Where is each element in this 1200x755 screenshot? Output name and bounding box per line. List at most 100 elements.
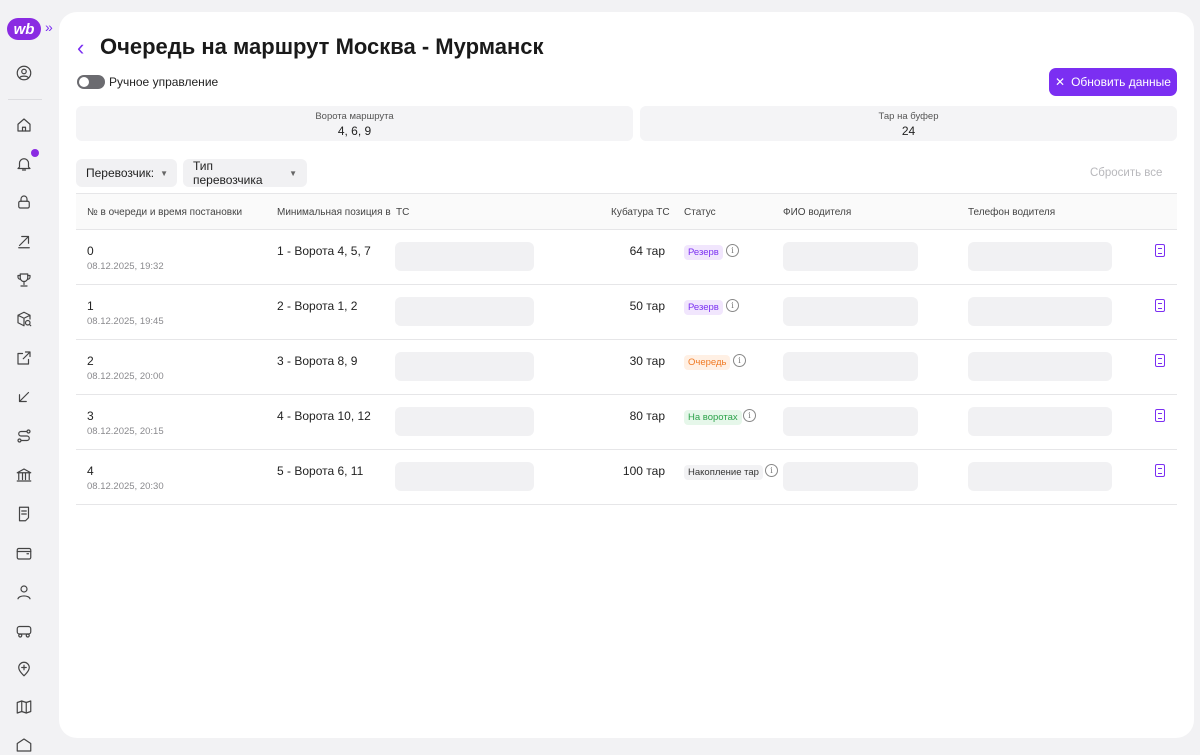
queue-time: 08.12.2025, 19:45 xyxy=(87,316,164,327)
buffer-label: Тар на буфер xyxy=(878,111,939,122)
queue-time: 08.12.2025, 20:00 xyxy=(87,371,164,382)
min-position: 2 - Ворота 1, 2 xyxy=(277,299,358,313)
home-icon[interactable] xyxy=(14,115,34,135)
driver-phone-field[interactable] xyxy=(968,352,1112,381)
driver-phone-field[interactable] xyxy=(968,297,1112,326)
info-icon[interactable]: i xyxy=(726,244,739,257)
header-queue: № в очереди и время постановки xyxy=(87,207,243,218)
document-icon[interactable] xyxy=(1155,299,1165,312)
header-ts: ТС xyxy=(396,207,410,218)
driver-phone-field[interactable] xyxy=(968,462,1112,491)
wb-logo[interactable]: wb xyxy=(7,18,41,40)
min-position: 5 - Ворота 6, 11 xyxy=(277,464,364,478)
table-row[interactable]: 2 08.12.2025, 20:00 3 - Ворота 8, 9 30 тар О… xyxy=(76,340,1177,395)
reset-all-button[interactable]: Сбросить все xyxy=(1090,167,1162,179)
status-badge: На воротах xyxy=(684,410,742,425)
lock-icon[interactable] xyxy=(14,192,34,212)
ts-field[interactable] xyxy=(395,462,534,491)
driver-phone-field[interactable] xyxy=(968,407,1112,436)
table-row[interactable]: 0 08.12.2025, 19:32 1 - Ворота 4, 5, 7 64 т… xyxy=(76,230,1177,285)
info-icon[interactable]: i xyxy=(726,299,739,312)
header-phone: Телефон водителя xyxy=(968,207,1056,218)
queue-number: 3 xyxy=(87,409,94,423)
carrier-filter-label: Перевозчик: xyxy=(86,166,155,180)
queue-time: 08.12.2025, 19:32 xyxy=(87,261,164,272)
ts-field[interactable] xyxy=(395,352,534,381)
trophy-icon[interactable] xyxy=(14,270,34,290)
document-icon[interactable] xyxy=(1155,409,1165,422)
table-row[interactable]: 4 08.12.2025, 20:30 5 - Ворота 6, 11 100 та… xyxy=(76,450,1177,505)
bank-icon[interactable] xyxy=(14,465,34,485)
info-icon[interactable]: i xyxy=(765,464,778,477)
min-position: 4 - Ворота 10, 12 xyxy=(277,409,371,423)
route-icon[interactable] xyxy=(14,426,34,446)
manual-control-toggle[interactable] xyxy=(77,75,105,89)
status-badge: Резерв xyxy=(684,245,723,260)
back-icon[interactable]: ‹ xyxy=(77,36,93,60)
external-link-icon[interactable] xyxy=(14,348,34,368)
person-icon[interactable] xyxy=(14,582,34,602)
ts-field[interactable] xyxy=(395,242,534,271)
status-badge: Накопление тар xyxy=(684,465,763,480)
main-panel: ‹ Очередь на маршрут Москва - Мурманск Р… xyxy=(59,12,1194,738)
manual-control-label: Ручное управление xyxy=(109,75,219,89)
driver-name-field[interactable] xyxy=(783,462,918,491)
min-position: 1 - Ворота 4, 5, 7 xyxy=(277,244,371,258)
buffer-value: 24 xyxy=(901,124,916,138)
table-row[interactable]: 3 08.12.2025, 20:15 4 - Ворота 10, 12 80 та… xyxy=(76,395,1177,450)
document-icon[interactable] xyxy=(1155,354,1165,367)
header-min-pos: Минимальная позиция в xyxy=(277,207,391,218)
close-icon: ✕ xyxy=(1055,75,1066,89)
status-badge: Резерв xyxy=(684,300,723,315)
map-icon[interactable] xyxy=(14,697,34,717)
arrow-up-right-icon[interactable] xyxy=(14,231,34,251)
refresh-button-label: Обновить данные xyxy=(1071,75,1171,89)
driver-name-field[interactable] xyxy=(783,407,918,436)
info-icon[interactable]: i xyxy=(743,409,756,422)
cubature-value: 64 тар xyxy=(629,244,665,258)
queue-number: 1 xyxy=(87,299,94,313)
gates-info: Ворота маршрута 4, 6, 9 xyxy=(76,106,633,141)
queue-time: 08.12.2025, 20:15 xyxy=(87,426,164,437)
ts-field[interactable] xyxy=(395,297,534,326)
wallet-icon[interactable] xyxy=(14,543,34,563)
queue-table: № в очереди и время постановки Минимальн… xyxy=(76,193,1177,505)
sidebar: wb » xyxy=(0,0,58,752)
warehouse-icon[interactable] xyxy=(14,735,34,755)
status-badge: Очередь xyxy=(684,355,731,370)
gates-value: 4, 6, 9 xyxy=(337,124,372,138)
driver-name-field[interactable] xyxy=(783,242,918,271)
chevron-down-icon: ▼ xyxy=(289,168,297,178)
chevron-down-icon: ▼ xyxy=(160,168,168,178)
header-status: Статус xyxy=(684,207,716,218)
document-icon[interactable] xyxy=(1155,244,1165,257)
table-row[interactable]: 1 08.12.2025, 19:45 2 - Ворота 1, 2 50 тар Р… xyxy=(76,285,1177,340)
buffer-info: Тар на буфер 24 xyxy=(640,106,1177,141)
bell-icon[interactable] xyxy=(14,154,34,174)
queue-number: 0 xyxy=(87,244,94,258)
min-position: 3 - Ворота 8, 9 xyxy=(277,354,358,368)
document-icon[interactable] xyxy=(14,504,34,524)
box-search-icon[interactable] xyxy=(14,309,34,329)
user-circle-icon[interactable] xyxy=(14,63,34,83)
expand-sidebar-icon[interactable]: » xyxy=(45,19,53,35)
cubature-value: 100 тар xyxy=(622,464,665,478)
ts-field[interactable] xyxy=(395,407,534,436)
document-icon[interactable] xyxy=(1155,464,1165,477)
truck-icon[interactable] xyxy=(14,621,34,641)
carrier-filter[interactable]: Перевозчик: ▼ xyxy=(76,159,177,187)
info-icon[interactable]: i xyxy=(733,354,746,367)
carrier-type-filter[interactable]: Тип перевозчика ▼ xyxy=(183,159,307,187)
cubature-value: 50 тар xyxy=(629,299,665,313)
carrier-type-filter-label: Тип перевозчика xyxy=(193,159,263,187)
location-plus-icon[interactable] xyxy=(14,659,34,679)
driver-phone-field[interactable] xyxy=(968,242,1112,271)
cubature-value: 30 тар xyxy=(629,354,665,368)
refresh-button[interactable]: ✕ Обновить данные xyxy=(1049,68,1177,96)
driver-name-field[interactable] xyxy=(783,297,918,326)
notification-dot xyxy=(31,149,39,157)
queue-number: 2 xyxy=(87,354,94,368)
arrow-down-left-icon[interactable] xyxy=(14,387,34,407)
driver-name-field[interactable] xyxy=(783,352,918,381)
queue-time: 08.12.2025, 20:30 xyxy=(87,481,164,492)
